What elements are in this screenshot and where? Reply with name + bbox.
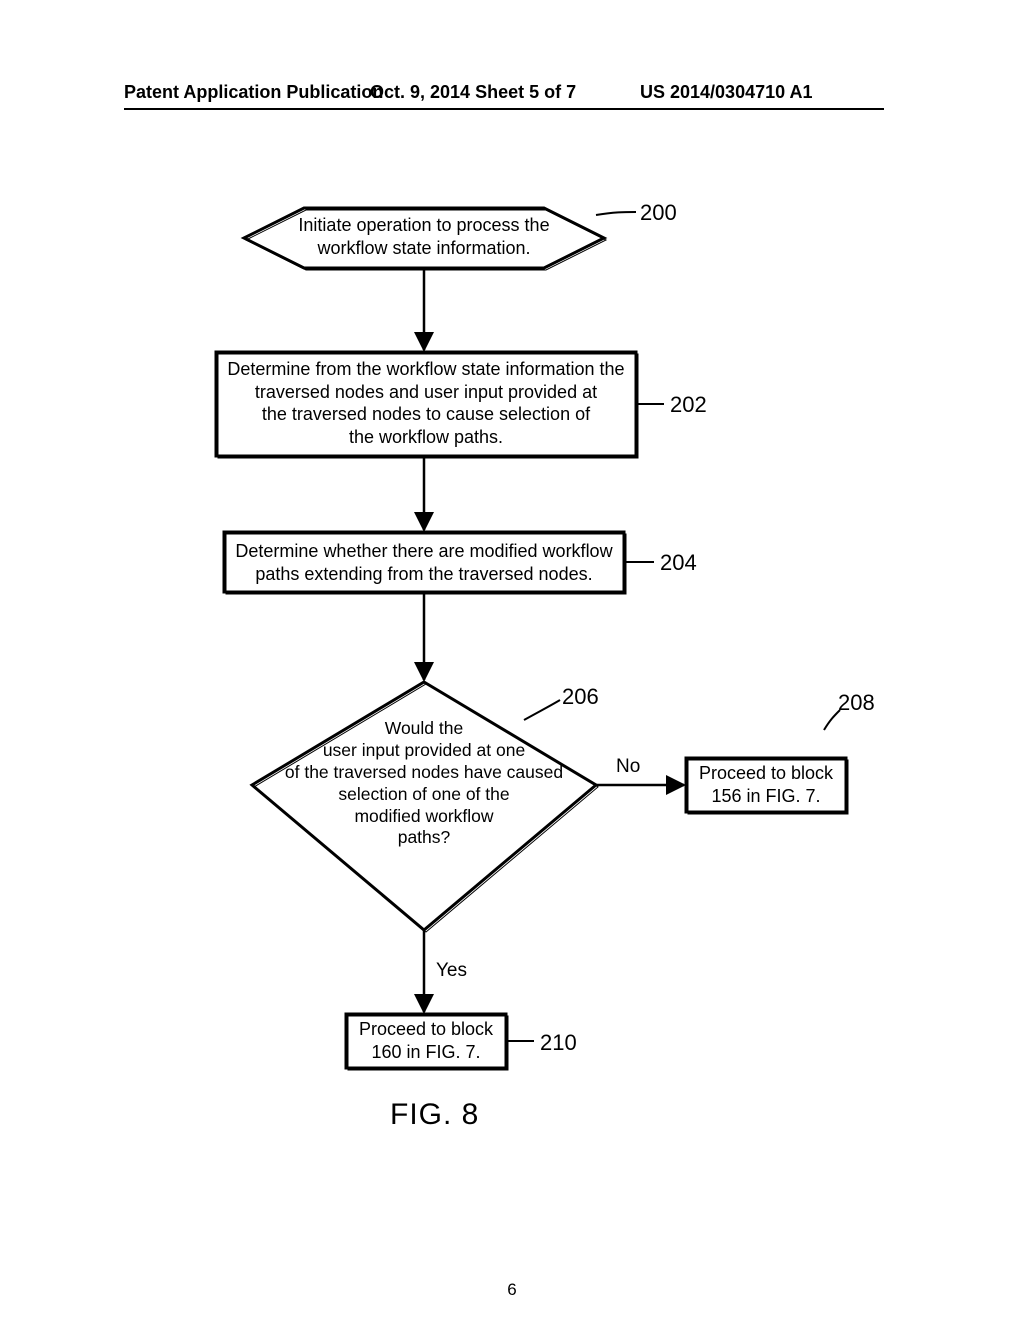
flowchart-diagram: Initiate operation to process theworkflo…	[124, 200, 884, 1250]
node-202-text: Determine from the workflow state inform…	[224, 358, 628, 448]
header-date-sheet: Oct. 9, 2014 Sheet 5 of 7	[370, 82, 576, 103]
ref-202: 202	[670, 392, 707, 418]
ref-206: 206	[562, 684, 599, 710]
header-rule	[124, 108, 884, 110]
ref-210: 210	[540, 1030, 577, 1056]
ref-204: 204	[660, 550, 697, 576]
page-number: 6	[0, 1280, 1024, 1300]
node-206-text: Would theuser input provided at oneof th…	[274, 718, 574, 849]
header-pub-number: US 2014/0304710 A1	[640, 82, 812, 103]
ref-208: 208	[838, 690, 875, 716]
edge-label-yes: Yes	[436, 960, 467, 982]
node-208-text: Proceed to block156 in FIG. 7.	[690, 762, 842, 807]
leader-200	[596, 212, 636, 215]
figure-caption: FIG. 8	[390, 1098, 479, 1132]
leader-206	[524, 700, 560, 720]
node-204-text: Determine whether there are modified wor…	[232, 540, 616, 585]
node-200-text: Initiate operation to process theworkflo…	[292, 214, 556, 259]
header-publication: Patent Application Publication	[124, 82, 383, 103]
node-210-text: Proceed to block160 in FIG. 7.	[350, 1018, 502, 1063]
edge-label-no: No	[616, 756, 640, 778]
ref-200: 200	[640, 200, 677, 226]
